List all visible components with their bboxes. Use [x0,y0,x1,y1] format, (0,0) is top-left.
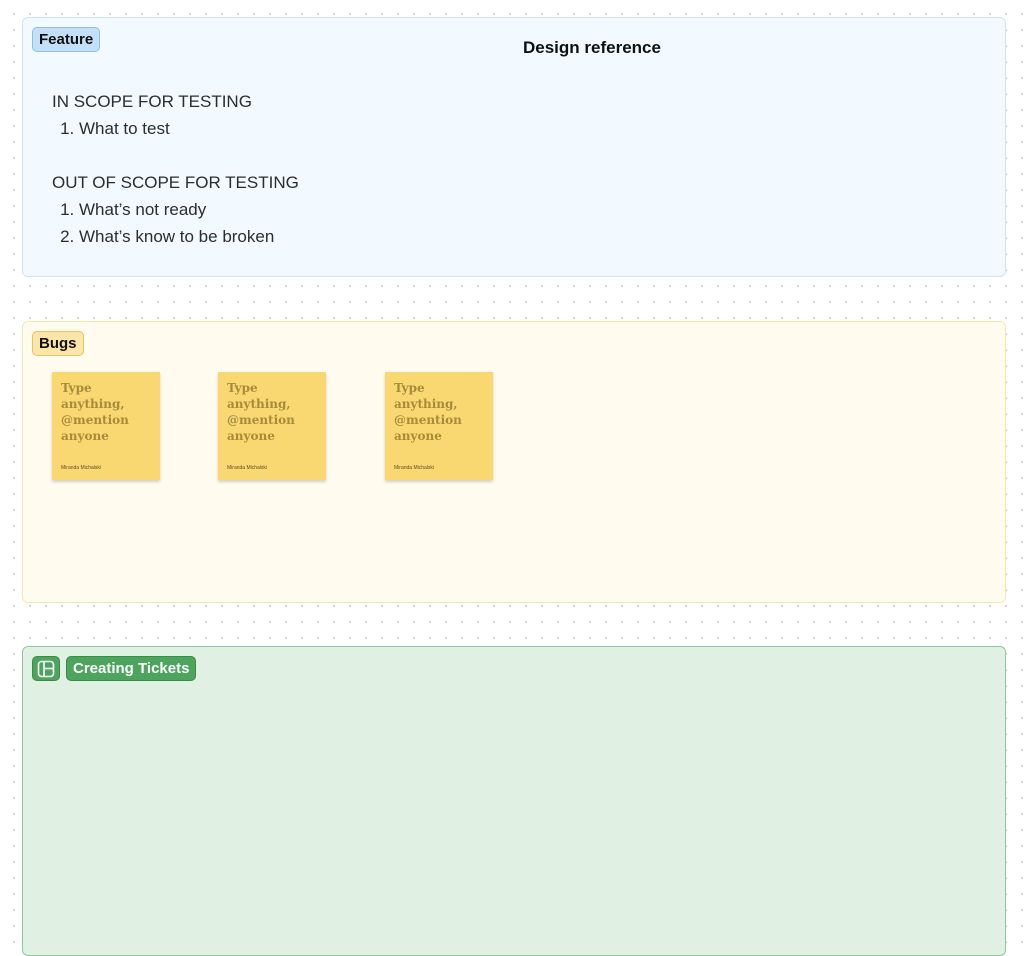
out-scope-list: What’s not ready What’s know to be broke… [52,196,299,250]
out-scope-item: What’s not ready [79,196,299,223]
out-scope-item: What’s know to be broken [79,223,299,250]
sticky-note-author: Miranda Michalski [394,465,435,471]
sticky-note[interactable]: Type anything, @mention anyone Miranda M… [52,372,160,480]
in-scope-item: What to test [79,115,299,142]
sticky-note-placeholder[interactable]: Type anything, @mention anyone [227,380,319,444]
sticky-note[interactable]: Type anything, @mention anyone Miranda M… [218,372,326,480]
design-reference-title: Design reference [523,38,661,57]
layout-template-icon[interactable] [32,656,60,681]
bugs-section[interactable]: Bugs Type anything, @mention anyone Mira… [22,321,1006,603]
in-scope-list: What to test [52,115,299,142]
creating-tickets-tag[interactable]: Creating Tickets [66,656,197,681]
sticky-note-placeholder[interactable]: Type anything, @mention anyone [61,380,153,444]
feature-section[interactable]: Feature Design reference IN SCOPE FOR TE… [22,17,1006,277]
sticky-note-placeholder[interactable]: Type anything, @mention anyone [394,380,486,444]
sticky-note-author: Miranda Michalski [227,465,268,471]
creating-tickets-section[interactable]: Creating Tickets [22,646,1006,956]
sticky-note-author: Miranda Michalski [61,465,102,471]
in-scope-heading: IN SCOPE FOR TESTING [52,92,252,111]
bugs-section-tag[interactable]: Bugs [32,331,84,356]
scope-text-block[interactable]: IN SCOPE FOR TESTING What to test OUT OF… [52,88,299,277]
feature-section-tag[interactable]: Feature [32,27,101,52]
out-scope-heading: OUT OF SCOPE FOR TESTING [52,173,299,192]
sticky-note[interactable]: Type anything, @mention anyone Miranda M… [385,372,493,480]
layout-template-icon-glyph [37,660,55,677]
